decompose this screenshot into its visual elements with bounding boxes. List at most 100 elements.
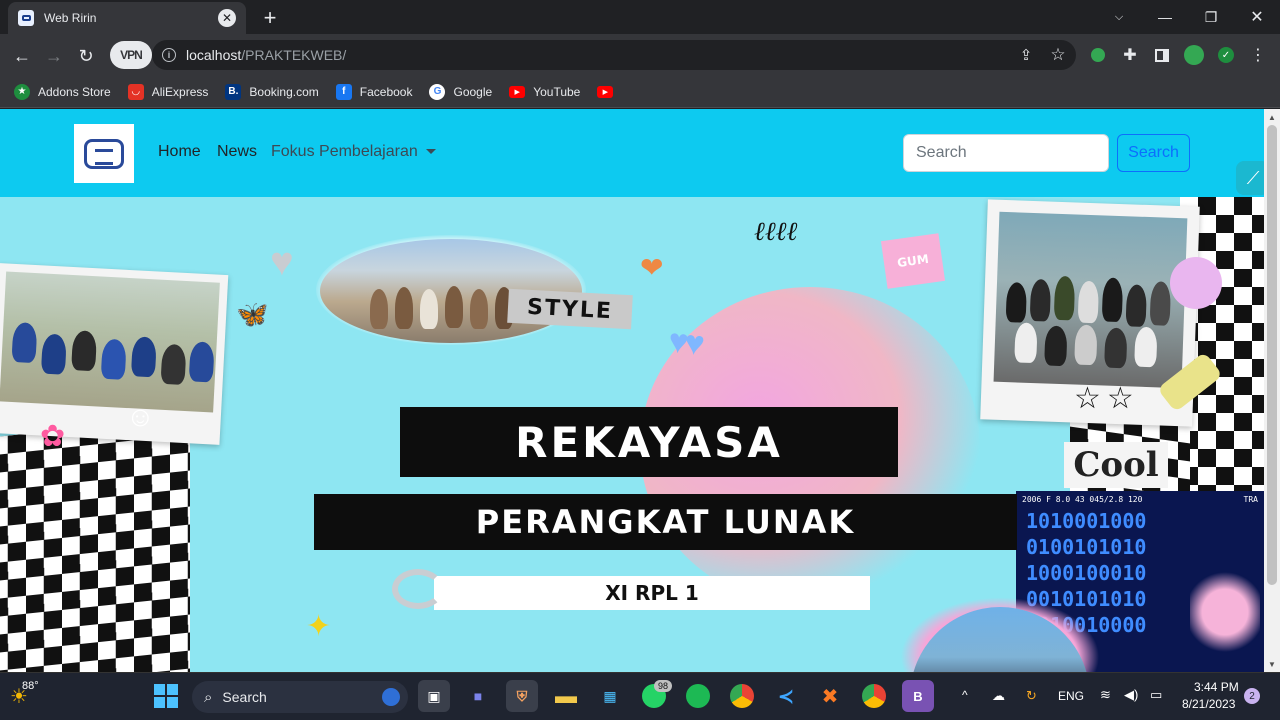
- bootstrap-studio-icon[interactable]: B: [902, 680, 934, 712]
- nav-dropdown-label: Fokus Pembelajaran: [271, 143, 418, 160]
- bookmark-google[interactable]: G Google: [429, 83, 493, 100]
- bookmark-label: Booking.com: [249, 84, 319, 99]
- clock-time[interactable]: 3:44 PM: [1194, 680, 1239, 694]
- vpn-badge[interactable]: VPN: [110, 41, 152, 69]
- youtube-icon: ▶: [597, 85, 614, 98]
- web-page: Home News Fokus Pembelajaran Search Sear…: [0, 109, 1264, 672]
- back-icon[interactable]: ←: [8, 42, 36, 70]
- tab-title: Web Ririn: [44, 11, 97, 25]
- file-explorer-icon[interactable]: ▬: [550, 680, 582, 712]
- profile-avatar-icon[interactable]: [1183, 44, 1205, 66]
- bookmarks-bar: ★ Addons Store ◡ AliExpress B. Booking.c…: [0, 76, 1280, 108]
- bookmark-youtube[interactable]: ▶ YouTube: [509, 85, 580, 99]
- taskbar-search[interactable]: ⌕ Search: [192, 681, 408, 713]
- nav-home-link[interactable]: Home: [158, 143, 201, 161]
- class-label: XI RPL 1: [434, 576, 870, 610]
- sticker-style: STYLE: [507, 288, 633, 330]
- battery-icon[interactable]: ▭: [1150, 687, 1162, 703]
- chrome-profile-icon[interactable]: [858, 680, 890, 712]
- search-button[interactable]: Search: [1117, 134, 1190, 172]
- site-info-icon[interactable]: i: [162, 48, 176, 62]
- notification-badge[interactable]: 2: [1244, 688, 1260, 704]
- spotify-icon[interactable]: [682, 680, 714, 712]
- title-line-2: PERANGKAT LUNAK: [314, 494, 1017, 550]
- school-logo[interactable]: [74, 124, 134, 183]
- bookmark-label: Addons Store: [38, 84, 111, 99]
- wifi-icon[interactable]: ≋: [1100, 687, 1111, 703]
- onedrive-icon[interactable]: ☁: [992, 688, 1005, 704]
- scroll-down-icon[interactable]: ▼: [1266, 658, 1278, 670]
- bookmark-aliexpress[interactable]: ◡ AliExpress: [127, 83, 208, 100]
- reload-icon[interactable]: ↻: [72, 42, 100, 70]
- title-line-1: REKAYASA: [400, 407, 898, 477]
- nav-news-link[interactable]: News: [217, 143, 257, 161]
- floating-tool-button[interactable]: ⟋: [1236, 161, 1264, 195]
- youtube-icon: ▶: [509, 85, 526, 98]
- code-overlay-right: TRA: [1243, 495, 1258, 504]
- pink-flower-sticker: [1190, 567, 1260, 657]
- site-navbar: Home News Fokus Pembelajaran Search: [0, 109, 1264, 197]
- taskbar-search-label: Search: [222, 689, 267, 705]
- task-view-icon[interactable]: ▣: [418, 680, 450, 712]
- xampp-icon[interactable]: ✖: [814, 680, 846, 712]
- facebook-icon: f: [335, 83, 352, 100]
- gum-sticker: GUM: [880, 233, 946, 289]
- checker-flag-left: [0, 416, 190, 672]
- butterfly-icon: 🦋: [236, 299, 269, 329]
- browser-tab[interactable]: Web Ririn ✕: [8, 2, 246, 34]
- bookmark-youtube-2[interactable]: ▶: [597, 85, 621, 98]
- bookmark-addons-store[interactable]: ★ Addons Store: [14, 83, 111, 100]
- bookmark-booking[interactable]: B. Booking.com: [225, 83, 319, 100]
- tamagotchi-sticker: [1170, 257, 1222, 309]
- caret-down-icon: [425, 149, 436, 155]
- url-host: localhost: [186, 47, 242, 63]
- code-overlay-text: 2006 F 8.0 43 045/2.8 120: [1022, 495, 1143, 504]
- binary-row: 0100101010: [1026, 535, 1147, 559]
- security-check-icon[interactable]: ✓: [1215, 44, 1237, 66]
- site-favicon-icon: [18, 10, 34, 26]
- windows-logo-icon: [154, 684, 178, 708]
- extensions-puzzle-icon[interactable]: ✚: [1119, 44, 1141, 66]
- close-window-icon[interactable]: ✕: [1234, 0, 1280, 34]
- clock-date[interactable]: 8/21/2023: [1182, 697, 1235, 711]
- vscode-icon[interactable]: ≺: [770, 680, 802, 712]
- chrome-icon[interactable]: [726, 680, 758, 712]
- nav-dropdown-fokus[interactable]: Fokus Pembelajaran: [271, 143, 436, 161]
- sparkle-icon: ✦: [306, 610, 332, 643]
- restore-icon[interactable]: ❐: [1188, 0, 1234, 34]
- rainbow-heart-icon: ❤: [640, 252, 664, 283]
- vpn-app-icon[interactable]: ⛨: [506, 680, 538, 712]
- search-input[interactable]: [903, 134, 1109, 172]
- weather-temp: 88°: [22, 680, 39, 692]
- teams-icon[interactable]: ■: [462, 680, 494, 712]
- show-hidden-icons[interactable]: ^: [962, 688, 968, 702]
- whatsapp-badge: 98: [654, 680, 673, 692]
- bookmark-star-icon[interactable]: ☆: [1047, 44, 1069, 66]
- addons-store-icon: ★: [14, 83, 30, 100]
- close-tab-icon[interactable]: ✕: [218, 9, 236, 27]
- ghost-doodle-icon: ☺: [126, 401, 155, 432]
- side-panel-icon[interactable]: [1151, 44, 1173, 66]
- share-icon[interactable]: ⇪: [1015, 44, 1037, 66]
- bookmark-facebook[interactable]: f Facebook: [335, 83, 412, 100]
- start-button[interactable]: [150, 680, 182, 712]
- aliexpress-icon: ◡: [127, 83, 144, 100]
- extension-lock-icon[interactable]: [1087, 44, 1109, 66]
- browser-menu-icon[interactable]: ⋮: [1247, 44, 1269, 66]
- booking-icon: B.: [225, 83, 242, 100]
- sync-icon[interactable]: ↻: [1026, 688, 1037, 704]
- scroll-up-icon[interactable]: ▲: [1266, 111, 1278, 123]
- new-tab-icon[interactable]: +: [258, 5, 282, 30]
- microsoft-store-icon[interactable]: ▦: [594, 680, 626, 712]
- scrollbar-thumb[interactable]: [1267, 125, 1277, 585]
- bookmark-label: Google: [453, 84, 493, 99]
- volume-icon[interactable]: ◀): [1124, 687, 1138, 703]
- google-icon: G: [429, 83, 446, 100]
- forward-icon[interactable]: →: [40, 42, 68, 70]
- tab-search-chevron-icon[interactable]: ⌵: [1096, 0, 1142, 34]
- minimize-icon[interactable]: —: [1142, 0, 1188, 34]
- language-indicator[interactable]: ENG: [1058, 689, 1084, 703]
- sticker-cool: Cool: [1064, 442, 1168, 488]
- address-bar[interactable]: i localhost/PRAKTEKWEB/: [152, 40, 1076, 70]
- bookmark-label: YouTube: [533, 84, 581, 99]
